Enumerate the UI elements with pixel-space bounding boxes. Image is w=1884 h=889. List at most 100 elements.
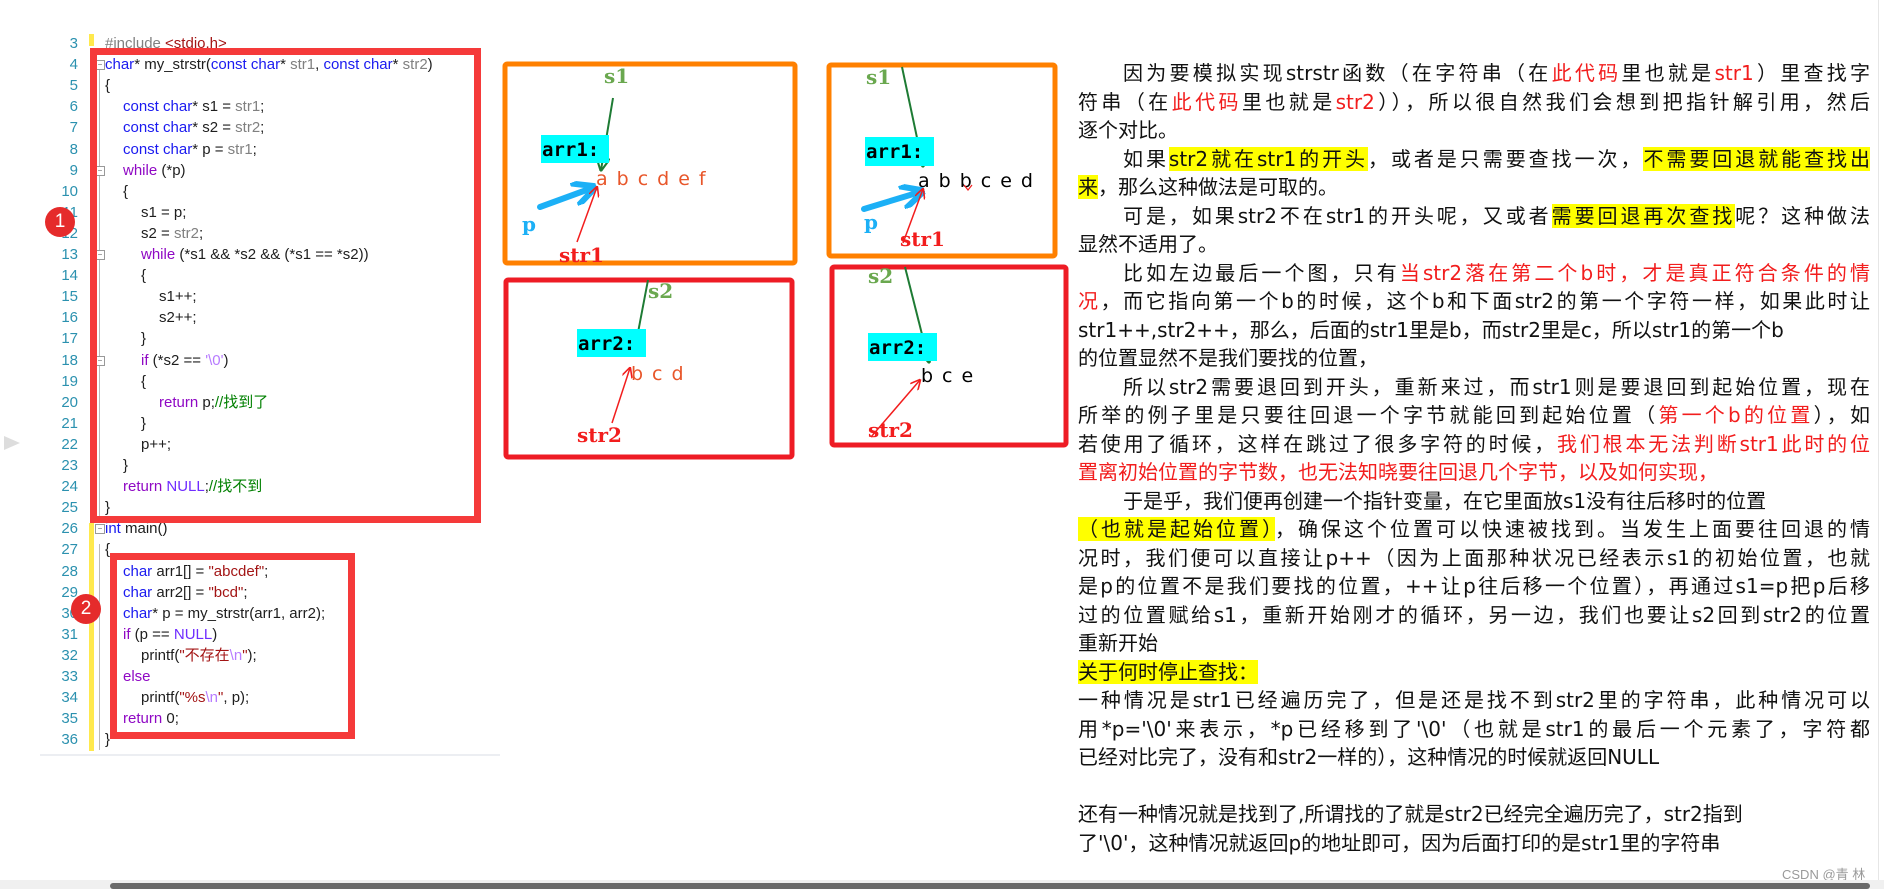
text-line: 符串（在此代码里也就是str2）），所以很自然我们会想到把指针解引用，然后 bbox=[1078, 88, 1870, 117]
label-arr2: arr2: bbox=[578, 333, 635, 355]
emphasized-text: 况 bbox=[1078, 289, 1101, 313]
text-segment: 已经对比完了，没有和str2一样的），这种情况的时候就返回NULL bbox=[1078, 745, 1660, 769]
text-line: 况时，我们便可以直接让p++（因为上面那种状况已经表示s1的初始位置，也就 bbox=[1078, 544, 1870, 573]
text-segment: 逐个对比。 bbox=[1078, 118, 1178, 142]
highlighted-text: str2就在str1的开头 bbox=[1168, 146, 1368, 171]
text-segment: 可是，如果str2不在str1的开头呢，又或者 bbox=[1123, 203, 1552, 228]
label-str1: str1 bbox=[559, 243, 604, 267]
text-segment: 符串（在 bbox=[1078, 89, 1172, 114]
emphasized-text: 当str2落在第二个b时，才是真正符合条件的情 bbox=[1399, 260, 1870, 285]
text-segment: 过的位置赋给s1，重新开始刚才的循环，另一边，我们也要让s2回到str2的位置 bbox=[1078, 602, 1870, 627]
text-line: 过的位置赋给s1，重新开始刚才的循环，另一边，我们也要让s2回到str2的位置 bbox=[1078, 601, 1870, 630]
text-line: 置离初始位置的字节数，也无法知晓要往回退几个字节，以及如何实现， bbox=[1078, 458, 1870, 487]
text-line: 关于何时停止查找： bbox=[1078, 658, 1870, 687]
label-arr1: arr1: bbox=[542, 139, 599, 161]
text-segment: 比如左边最后一个图，只有 bbox=[1123, 260, 1400, 285]
chars-arr1: abcdef bbox=[596, 168, 715, 190]
text-line: （也就是起始位置），确保这个位置可以快速被找到。当发生上面要往回退的情 bbox=[1078, 515, 1870, 544]
text-line: 所以str2需要退回到开头，重新来过，而str1则是要退回到起始位置，现在 bbox=[1078, 373, 1870, 402]
label-p: p bbox=[864, 210, 878, 234]
text-line: 可是，如果str2不在str1的开头呢，又或者需要回退再次查找呢？这种做法 bbox=[1078, 202, 1870, 231]
text-segment: 是p的位置不是我们要找的位置，++让p往后移一个位置），再通过s1=p把p后移 bbox=[1078, 574, 1870, 598]
text-segment: ，或者是只需要查找一次， bbox=[1368, 146, 1644, 171]
arrow-str2 bbox=[611, 368, 630, 424]
label-s2: s2 bbox=[868, 264, 893, 288]
text-segment: 若使用了循环，这样在跳过了很多字符的时候， bbox=[1078, 431, 1558, 456]
text-segment: 的位置显然不是我们要找的位置， bbox=[1078, 346, 1378, 370]
text-segment: 里也就是 bbox=[1241, 89, 1336, 114]
text-segment: 况时，我们便可以直接让p++（因为上面那种状况已经表示s1的初始位置，也就 bbox=[1078, 545, 1870, 570]
diagram-box-1: s1 arr1: abcdef p str1 bbox=[502, 61, 798, 267]
text-line: 于是乎，我们便再创建一个指针变量，在它里面放s1没有往后移时的位置 bbox=[1078, 487, 1870, 516]
text-segment: 显然不适用了。 bbox=[1078, 232, 1218, 256]
label-str2: str2 bbox=[868, 418, 913, 442]
text-segment: 用*p='\0'来表示，*p已经移到了'\0'（也就是str1的最后一个元素了，… bbox=[1078, 716, 1870, 741]
text-segment: ，确保这个位置可以快速被找到。当发生上面要往回退的情 bbox=[1275, 517, 1870, 541]
highlighted-text: 关于何时停止查找： bbox=[1078, 659, 1258, 684]
explanation-text: 因为要模拟实现strstr函数（在字符串（在此代码里也就是str1）里查找字 符串… bbox=[1078, 59, 1870, 857]
emphasized-text: str1 bbox=[1714, 61, 1754, 85]
text-segment: ），如 bbox=[1813, 403, 1870, 427]
arrow-p bbox=[861, 192, 920, 212]
text-line: 显然不适用了。 bbox=[1078, 230, 1870, 259]
diagram-box-3: s2 arr2: bcd str2 bbox=[503, 277, 795, 460]
text-line: 来，那么这种做法是可取的。 bbox=[1078, 173, 1870, 202]
emphasized-text: 我们根本无法判断str1此时的位 bbox=[1557, 431, 1870, 456]
text-segment: ）），所以很自然我们会想到把指针解引用，然后 bbox=[1374, 89, 1870, 114]
text-line: str1++,str2++，那么，后面的str1里是b，而str2里是c，所以s… bbox=[1078, 316, 1870, 345]
label-arr2: arr2: bbox=[869, 337, 926, 359]
text-line: 已经对比完了，没有和str2一样的），这种情况的时候就返回NULL bbox=[1078, 743, 1870, 772]
text-segment: ）里查找字 bbox=[1753, 61, 1870, 85]
chars-arr1: abbced bbox=[918, 170, 1042, 192]
text-segment: 因为要模拟实现strstr函数（在字符串（在 bbox=[1123, 61, 1552, 85]
text-line: 一种情况是str1已经遍历完了，但是还是找不到str2里的字符串，此种情况可以 bbox=[1078, 686, 1870, 715]
highlighted-text: （也就是起始位置） bbox=[1078, 517, 1275, 541]
chars-arr2: bcd bbox=[631, 363, 693, 385]
text-line: 是p的位置不是我们要找的位置，++让p往后移一个位置），再通过s1=p把p后移 bbox=[1078, 572, 1870, 601]
text-line: 况，而它指向第一个b的时候，这个b和下面str2的第一个字符一样，如果此时让 bbox=[1078, 287, 1870, 316]
highlighted-text: 不需要回退就能查找出 bbox=[1643, 146, 1870, 171]
text-line: 所举的例子里是只要往回退一个字节就能回到起始位置（第一个b的位置），如 bbox=[1078, 401, 1870, 430]
emphasized-text: 此代码 bbox=[1551, 61, 1622, 85]
highlighted-text: 需要回退再次查找 bbox=[1551, 203, 1736, 228]
text-segment: 一种情况是str1已经遍历完了，但是还是找不到str2里的字符串，此种情况可以 bbox=[1078, 688, 1870, 712]
label-str2: str2 bbox=[577, 423, 622, 447]
text-segment: 呢？这种做法 bbox=[1735, 203, 1870, 228]
highlighted-text: 来 bbox=[1078, 175, 1098, 199]
text-segment: 如果 bbox=[1123, 146, 1169, 171]
page-border bbox=[1878, 0, 1879, 880]
diagram-box-2: s1 arr1: abbced p str1 bbox=[826, 62, 1058, 259]
text-segment: 还有一种情况就是找到了,所谓找的了就是str2已经完全遍历完了，str2指到 bbox=[1078, 802, 1743, 826]
text-line bbox=[1078, 772, 1870, 801]
text-segment: 于是乎，我们便再创建一个指针变量，在它里面放s1没有往后移时的位置 bbox=[1123, 488, 1767, 513]
text-line: 如果str2就在str1的开头，或者是只需要查找一次，不需要回退就能查找出 bbox=[1078, 145, 1870, 174]
emphasized-text: 此代码 bbox=[1171, 89, 1242, 114]
arrow-p bbox=[537, 188, 592, 210]
text-segment: 所举的例子里是只要往回退一个字节就能回到起始位置（ bbox=[1078, 403, 1659, 427]
label-s1: s1 bbox=[866, 65, 891, 89]
text-line: 还有一种情况就是找到了,所谓找的了就是str2已经完全遍历完了，str2指到 bbox=[1078, 800, 1870, 829]
text-segment: 了'\0'，这种情况就返回p的地址即可，因为后面打印的是str1里的字符串 bbox=[1078, 830, 1721, 855]
text-line: 重新开始 bbox=[1078, 629, 1870, 658]
text-line: 若使用了循环，这样在跳过了很多字符的时候，我们根本无法判断str1此时的位 bbox=[1078, 430, 1870, 459]
emphasized-text: 第一个b的位置 bbox=[1658, 403, 1814, 427]
text-segment: ，而它指向第一个b的时候，这个b和下面str2的第一个字符一样，如果此时让 bbox=[1100, 289, 1870, 313]
text-line: 比如左边最后一个图，只有当str2落在第二个b时，才是真正符合条件的情 bbox=[1078, 259, 1870, 288]
text-segment: ，那么这种做法是可取的。 bbox=[1098, 175, 1338, 199]
label-s2: s2 bbox=[648, 279, 673, 303]
diagram-box-4: s2 arr2: bce str2 bbox=[829, 264, 1069, 448]
label-s1: s1 bbox=[604, 64, 629, 88]
scrollbar-thumb[interactable] bbox=[110, 883, 1870, 889]
emphasized-text: 置离初始位置的字节数，也无法知晓要往回退几个字节，以及如何实现， bbox=[1078, 460, 1718, 484]
text-line: 因为要模拟实现strstr函数（在字符串（在此代码里也就是str1）里查找字 bbox=[1078, 59, 1870, 88]
text-segment: 重新开始 bbox=[1078, 631, 1158, 655]
emphasized-text: str2 bbox=[1335, 89, 1375, 114]
chars-arr2: bce bbox=[921, 365, 982, 387]
text-line: 了'\0'，这种情况就返回p的地址即可，因为后面打印的是str1里的字符串 bbox=[1078, 829, 1870, 858]
text-segment: str1++,str2++，那么，后面的str1里是b，而str2里是c，所以s… bbox=[1078, 317, 1784, 342]
text-line: 逐个对比。 bbox=[1078, 116, 1870, 145]
text-segment: 所以str2需要退回到开头，重新来过，而str1则是要退回到起始位置，现在 bbox=[1123, 374, 1870, 399]
label-arr1: arr1: bbox=[866, 141, 923, 163]
orange-frame bbox=[502, 61, 798, 266]
text-line: 用*p='\0'来表示，*p已经移到了'\0'（也就是str1的最后一个元素了，… bbox=[1078, 715, 1870, 744]
